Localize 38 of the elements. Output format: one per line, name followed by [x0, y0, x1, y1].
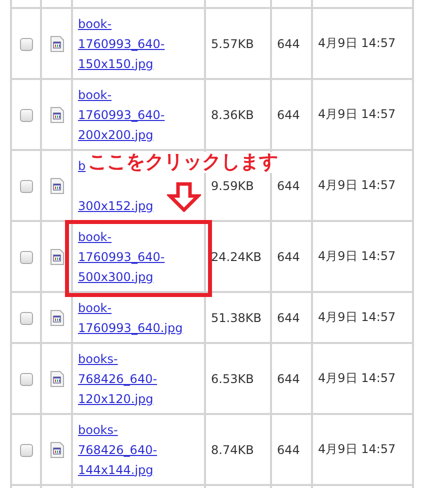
checkbox[interactable]: [20, 180, 32, 193]
image-file-icon: [50, 178, 64, 194]
modified-date: 4月9日 14:57: [318, 36, 396, 50]
image-file-icon: [50, 248, 64, 264]
file-size: 9.59KB: [211, 178, 254, 192]
image-file-icon: [50, 310, 64, 326]
checkbox[interactable]: [20, 38, 32, 51]
image-file-icon: [50, 442, 64, 458]
modified-date: 4月9日 14:57: [318, 442, 396, 456]
file-permission: 644: [277, 442, 300, 456]
modified-date: 4月9日 14:57: [318, 310, 396, 324]
file-size: 5.57KB: [211, 36, 254, 50]
file-permission: 644: [277, 250, 300, 264]
checkbox[interactable]: [20, 250, 32, 264]
file-size: 24.24KB: [211, 250, 262, 264]
down-arrow-icon: [167, 182, 201, 212]
image-file-icon: [50, 106, 64, 122]
modified-date: 4月9日 14:57: [318, 249, 396, 263]
file-permission: 644: [277, 36, 300, 50]
checkbox[interactable]: [20, 444, 32, 457]
checkbox[interactable]: [20, 372, 32, 386]
file-size: 8.36KB: [211, 108, 254, 122]
file-permission: 644: [277, 310, 300, 324]
file-permission: 644: [277, 178, 300, 192]
image-file-icon: [50, 370, 64, 386]
file-link[interactable]: 300x152.jpg: [78, 196, 154, 216]
checkbox[interactable]: [20, 108, 32, 122]
modified-date: 4月9日 14:57: [318, 371, 396, 385]
file-size: 51.38KB: [211, 310, 262, 324]
file-link[interactable]: b: [78, 156, 86, 176]
modified-date: 4月9日 14:57: [318, 107, 396, 121]
file-permission: 644: [277, 372, 300, 386]
file-size: 8.74KB: [211, 442, 254, 456]
file-size: 6.53KB: [211, 372, 254, 386]
file-permission: 644: [277, 108, 300, 122]
image-file-icon: [50, 36, 64, 52]
modified-date: 4月9日 14:57: [318, 178, 396, 192]
checkbox[interactable]: [20, 312, 32, 325]
